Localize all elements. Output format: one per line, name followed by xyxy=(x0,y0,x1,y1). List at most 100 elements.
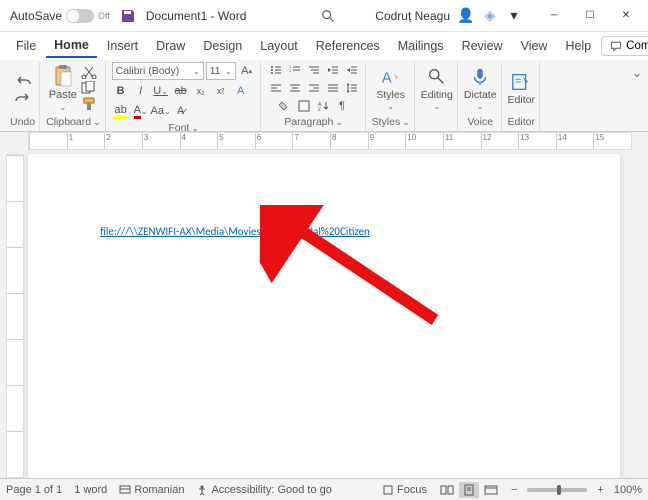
format-painter-icon[interactable] xyxy=(80,97,98,111)
tab-insert[interactable]: Insert xyxy=(99,35,146,57)
autosave-state: Off xyxy=(98,11,110,21)
borders-icon[interactable] xyxy=(295,98,313,114)
maximize-button[interactable]: ☐ xyxy=(572,0,608,32)
group-voice: Dictate ⌄ Voice xyxy=(460,62,502,131)
tab-draw[interactable]: Draw xyxy=(148,35,193,57)
page-indicator[interactable]: Page 1 of 1 xyxy=(6,484,62,496)
clear-format-icon[interactable]: A̷ xyxy=(172,102,190,120)
redo-icon[interactable] xyxy=(14,90,32,104)
collapse-ribbon-icon[interactable]: ⌄ xyxy=(632,66,642,80)
bold-button[interactable]: B xyxy=(112,82,130,100)
dictate-button[interactable]: Dictate ⌄ xyxy=(464,66,497,111)
align-left-icon[interactable] xyxy=(267,80,285,96)
tab-home[interactable]: Home xyxy=(46,34,97,58)
zoom-slider[interactable] xyxy=(527,488,587,492)
change-case-icon[interactable]: Aa⌄ xyxy=(152,102,170,120)
print-layout-icon[interactable] xyxy=(459,482,479,498)
voice-label: Voice xyxy=(467,114,493,131)
ribbon-options-icon[interactable]: ▾ xyxy=(506,8,522,24)
dictate-label: Dictate xyxy=(464,89,497,101)
text-effects-icon[interactable]: A xyxy=(232,82,250,100)
accessibility-indicator[interactable]: Accessibility: Good to go xyxy=(196,484,331,496)
underline-button[interactable]: U⌄ xyxy=(152,82,170,100)
styles-label: Styles xyxy=(376,89,405,101)
chevron-down-icon: ⌄ xyxy=(387,102,394,111)
styles-button[interactable]: A Styles ⌄ xyxy=(376,66,405,111)
zoom-out-button[interactable]: − xyxy=(511,484,517,496)
web-layout-icon[interactable] xyxy=(481,482,501,498)
increase-indent-icon[interactable] xyxy=(343,62,361,78)
search-icon[interactable] xyxy=(321,9,335,23)
user-avatar-icon[interactable]: 👤 xyxy=(458,8,474,24)
diamond-icon[interactable]: ◈ xyxy=(482,8,498,24)
group-undo: Undo xyxy=(6,62,40,131)
comments-button[interactable]: Comments ⌄ xyxy=(601,36,648,56)
cut-icon[interactable] xyxy=(80,65,98,79)
shading-icon[interactable] xyxy=(276,98,294,114)
minimize-button[interactable]: ─ xyxy=(536,0,572,32)
svg-text:2: 2 xyxy=(289,68,292,73)
italic-button[interactable]: I xyxy=(132,82,150,100)
font-color-icon[interactable]: A⌄ xyxy=(132,102,150,120)
subscript-button[interactable]: x₂ xyxy=(192,82,210,100)
align-center-icon[interactable] xyxy=(286,80,304,96)
copy-icon[interactable] xyxy=(80,81,98,95)
show-marks-icon[interactable]: ¶ xyxy=(333,98,351,114)
read-mode-icon[interactable] xyxy=(437,482,457,498)
font-size-select[interactable]: 11⌄ xyxy=(206,62,236,80)
user-name[interactable]: Codruț Neagu xyxy=(375,9,450,23)
bullets-icon[interactable] xyxy=(267,62,285,78)
highlight-icon[interactable]: ab xyxy=(112,102,130,120)
close-button[interactable]: ✕ xyxy=(608,0,644,32)
superscript-button[interactable]: x² xyxy=(212,82,230,100)
undo-icon[interactable] xyxy=(14,73,32,87)
accessibility-icon xyxy=(196,484,208,496)
tab-design[interactable]: Design xyxy=(195,35,250,57)
sort-icon[interactable]: AZ xyxy=(314,98,332,114)
tab-references[interactable]: References xyxy=(308,35,388,57)
multilevel-icon[interactable] xyxy=(305,62,323,78)
align-right-icon[interactable] xyxy=(305,80,323,96)
editor-icon xyxy=(510,71,532,93)
decrease-indent-icon[interactable] xyxy=(324,62,342,78)
strikethrough-button[interactable]: ab xyxy=(172,82,190,100)
tab-mailings[interactable]: Mailings xyxy=(390,35,452,57)
editing-group-label xyxy=(435,114,438,131)
document-area: file:///\\ZENWIFI-AX\Media\Movies\Crina\… xyxy=(0,150,648,478)
font-family-select[interactable]: Calibri (Body)⌄ xyxy=(112,62,204,80)
focus-icon xyxy=(382,484,394,496)
autosave-toggle[interactable]: AutoSave Off xyxy=(10,9,110,23)
tab-help[interactable]: Help xyxy=(557,35,599,57)
paste-icon xyxy=(53,65,73,87)
language-icon xyxy=(119,484,131,496)
zoom-level[interactable]: 100% xyxy=(614,484,642,496)
tab-review[interactable]: Review xyxy=(454,35,511,57)
vertical-ruler[interactable] xyxy=(6,154,24,478)
document-page[interactable]: file:///\\ZENWIFI-AX\Media\Movies\Crina\… xyxy=(28,154,620,478)
increase-font-icon[interactable]: A▴ xyxy=(238,62,256,80)
title-bar: AutoSave Off Document1 - Word Codruț Nea… xyxy=(0,0,648,32)
justify-icon[interactable] xyxy=(324,80,342,96)
numbering-icon[interactable]: 12 xyxy=(286,62,304,78)
horizontal-ruler[interactable]: 123456789101112131415 xyxy=(28,132,632,150)
styles-icon: A xyxy=(380,66,402,88)
group-font: Calibri (Body)⌄ 11⌄ A▴ B I U⌄ ab x₂ x² A… xyxy=(108,62,261,131)
hyperlink[interactable]: file:///\\ZENWIFI-AX\Media\Movies\Crina\… xyxy=(100,225,370,238)
editor-button[interactable]: Editor xyxy=(508,71,535,106)
zoom-in-button[interactable]: + xyxy=(597,484,603,496)
ribbon-tabs: File Home Insert Draw Design Layout Refe… xyxy=(0,32,648,60)
editing-button[interactable]: Editing ⌄ xyxy=(421,66,453,111)
tab-view[interactable]: View xyxy=(513,35,556,57)
tab-file[interactable]: File xyxy=(8,35,44,57)
svg-text:A: A xyxy=(382,70,392,86)
focus-button[interactable]: Focus xyxy=(382,484,427,496)
toggle-switch[interactable] xyxy=(66,9,94,23)
paste-button[interactable]: Paste ⌄ xyxy=(49,65,77,112)
save-icon[interactable] xyxy=(120,8,136,24)
microphone-icon xyxy=(469,66,491,88)
tab-layout[interactable]: Layout xyxy=(252,35,306,57)
language-indicator[interactable]: Romanian xyxy=(119,484,184,496)
word-count[interactable]: 1 word xyxy=(74,484,107,496)
styles-group-label: Styles ⌄ xyxy=(372,114,410,131)
line-spacing-icon[interactable] xyxy=(343,80,361,96)
